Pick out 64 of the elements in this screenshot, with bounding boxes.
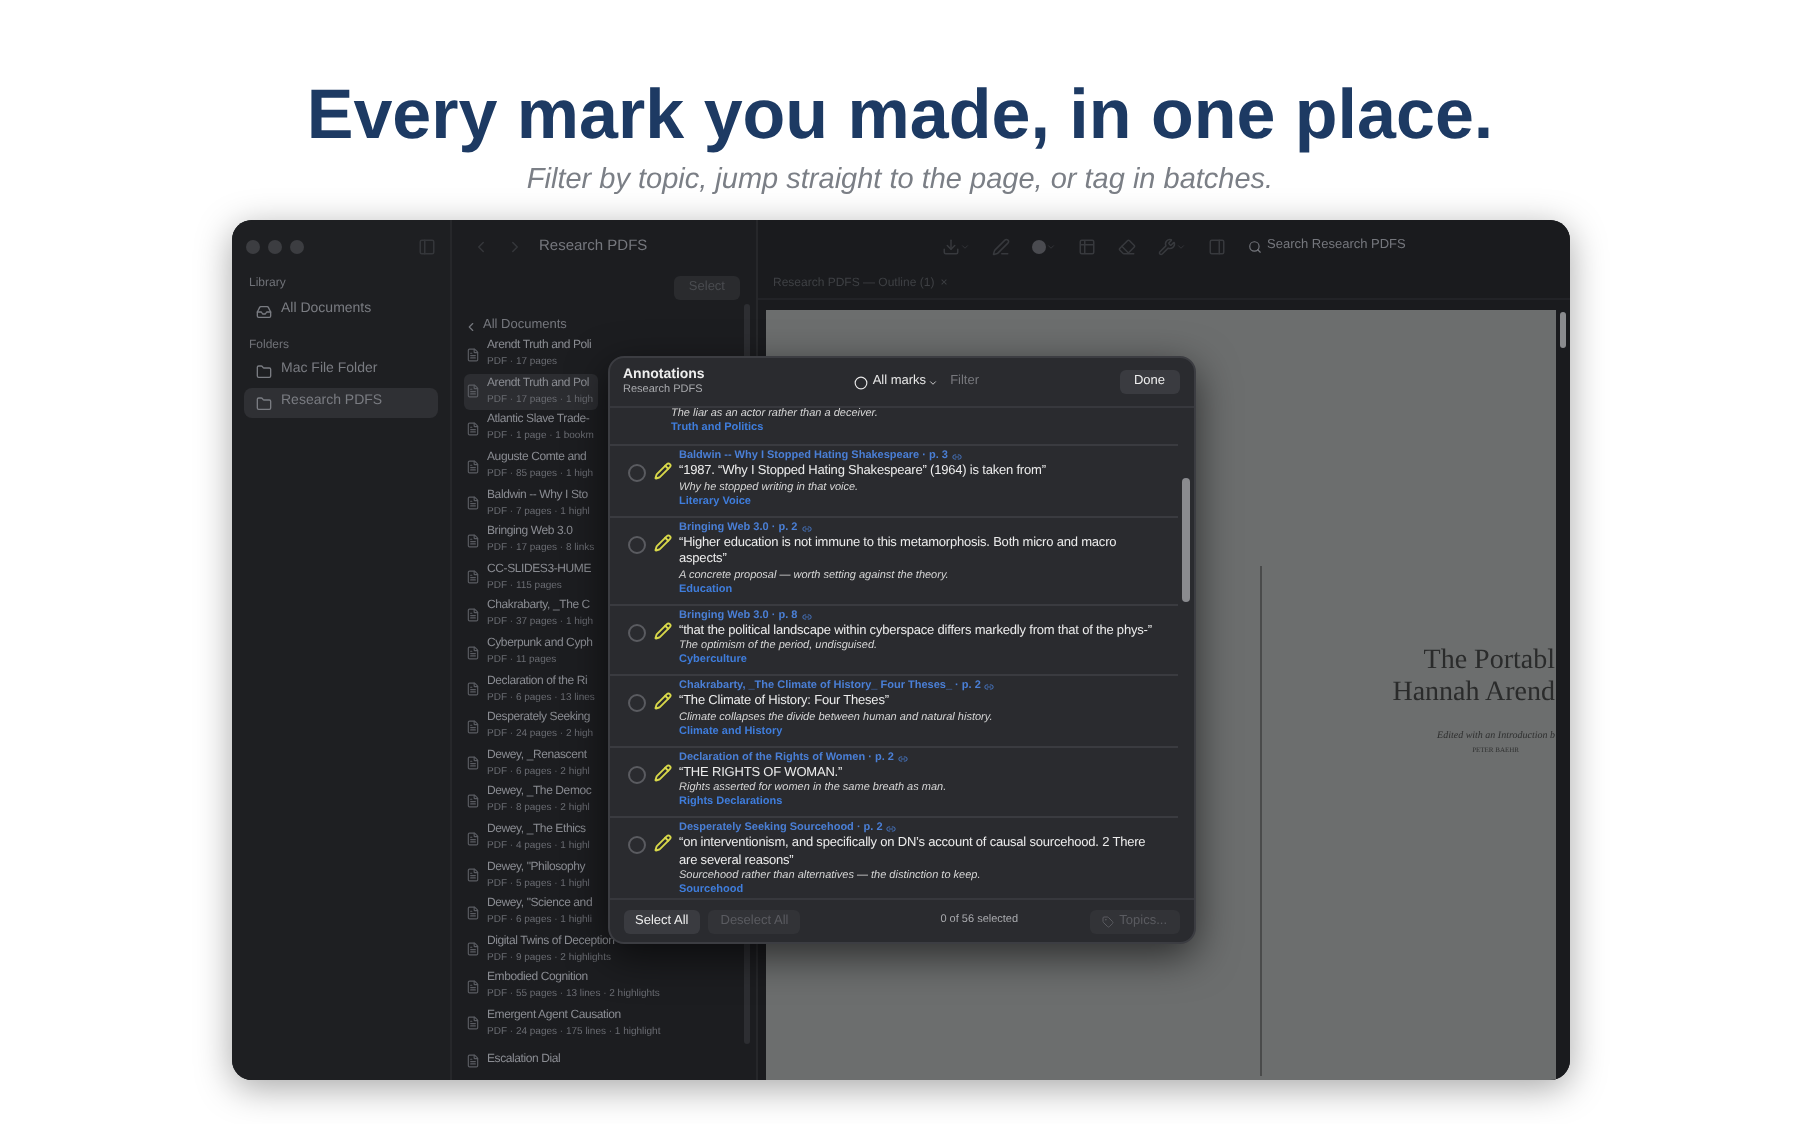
link-icon — [801, 523, 812, 533]
select-checkbox[interactable] — [627, 623, 645, 641]
scrollbar[interactable] — [1181, 478, 1189, 602]
tray-icon — [255, 303, 271, 319]
document-icon — [465, 942, 479, 957]
document-icon — [465, 1016, 479, 1031]
document-icon — [465, 496, 479, 511]
table-icon[interactable] — [1077, 237, 1095, 255]
caret-icon[interactable] — [1175, 241, 1185, 251]
back-icon[interactable] — [463, 319, 477, 333]
link-icon — [897, 753, 908, 763]
document-icon — [465, 979, 479, 994]
document-icon — [465, 682, 479, 697]
close-window-icon[interactable] — [245, 239, 259, 253]
sidebar-toggle-icon[interactable] — [417, 237, 435, 255]
tag-icon — [1101, 915, 1114, 927]
caret-icon — [928, 377, 939, 387]
folder-icon — [255, 363, 271, 379]
pen-icon[interactable] — [991, 237, 1009, 255]
wrench-icon[interactable] — [1157, 237, 1175, 255]
document-icon — [465, 831, 479, 846]
link-icon — [984, 682, 995, 692]
zoom-window-icon[interactable] — [289, 239, 303, 253]
document-icon — [465, 793, 479, 808]
highlighter-pencil-icon — [653, 763, 671, 781]
highlighter-pencil-icon — [653, 462, 671, 480]
select-checkbox[interactable] — [627, 694, 645, 712]
document-icon — [465, 1054, 479, 1069]
scrollbar[interactable] — [1559, 312, 1565, 348]
link-icon — [801, 611, 812, 621]
highlighter-pencil-icon — [653, 533, 671, 551]
highlighter-pencil-icon — [653, 692, 671, 710]
document-icon — [465, 347, 479, 362]
document-icon — [465, 868, 479, 883]
select-checkbox[interactable] — [627, 535, 645, 553]
select-checkbox[interactable] — [627, 836, 645, 854]
book-title: Hannah Arend — [1392, 678, 1555, 710]
select-checkbox[interactable] — [627, 765, 645, 783]
eraser-icon[interactable] — [1117, 237, 1135, 255]
highlighter-pencil-icon — [653, 621, 671, 639]
document-icon — [465, 719, 479, 734]
document-icon — [465, 384, 479, 399]
link-icon — [951, 452, 962, 462]
document-icon — [465, 607, 479, 622]
document-icon — [465, 570, 479, 585]
document-icon — [465, 645, 479, 660]
link-icon — [886, 824, 897, 834]
download-icon[interactable] — [941, 237, 959, 255]
subtitle: Filter by topic, jump straight to the page, or tag in batches. — [526, 162, 1274, 198]
document-icon — [465, 533, 479, 548]
panel-icon[interactable] — [1207, 237, 1225, 255]
headline: Every mark you made, in one place. — [306, 76, 1494, 156]
document-icon — [465, 459, 479, 474]
minimize-window-icon[interactable] — [267, 239, 281, 253]
book-title: The Portabl — [1423, 646, 1555, 678]
caret-icon[interactable] — [1045, 241, 1055, 251]
document-icon — [465, 756, 479, 771]
caret-icon[interactable] — [959, 241, 969, 251]
search-icon — [1247, 239, 1261, 253]
highlighter-pencil-icon — [653, 834, 671, 852]
document-icon — [465, 421, 479, 436]
folder-icon — [255, 395, 271, 411]
select-checkbox[interactable] — [627, 464, 645, 482]
document-icon — [465, 905, 479, 920]
